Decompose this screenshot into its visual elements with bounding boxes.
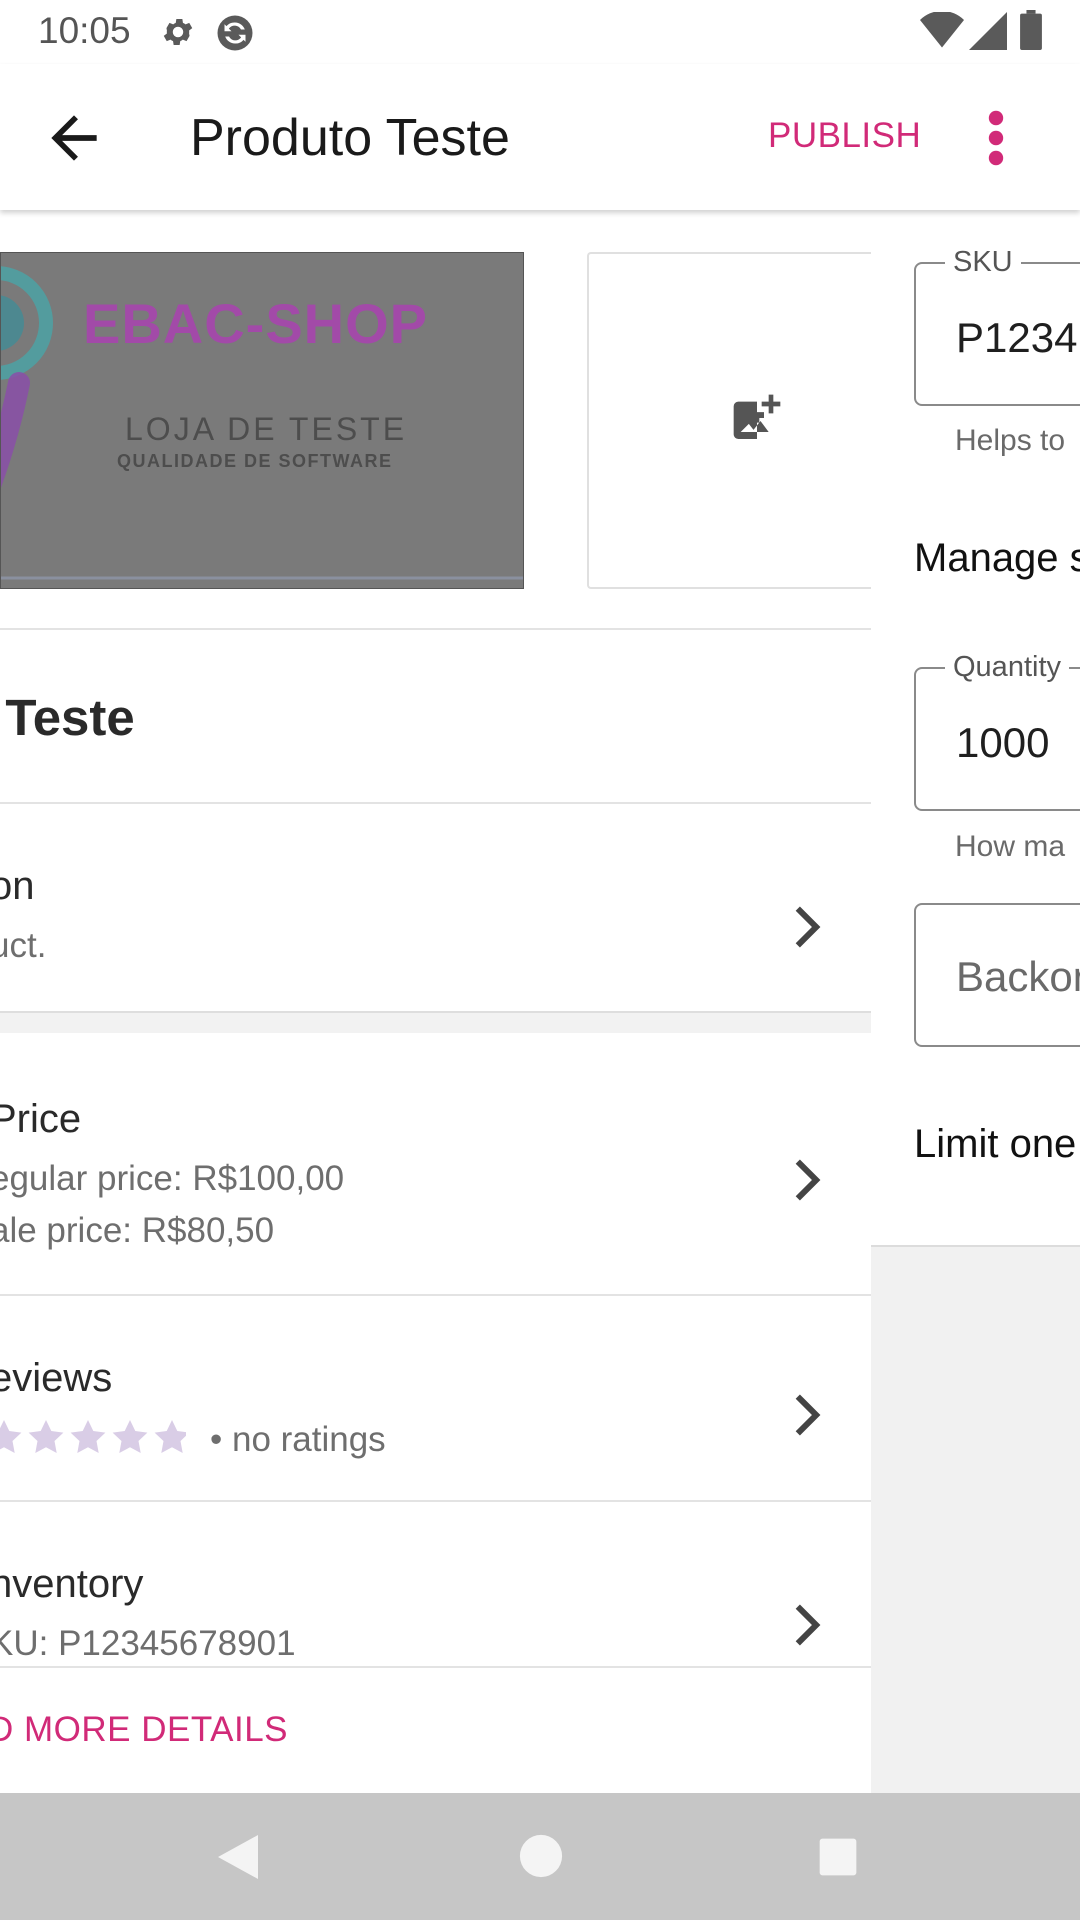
more-vert-icon[interactable] bbox=[978, 110, 1014, 166]
signal-icon bbox=[969, 12, 1007, 50]
app-bar: Produto Teste PUBLISH bbox=[0, 64, 1080, 210]
chevron-right-icon bbox=[795, 1394, 821, 1436]
arrow-back-icon[interactable] bbox=[40, 104, 108, 172]
home-nav-icon[interactable] bbox=[518, 1833, 564, 1879]
back-nav-icon[interactable] bbox=[214, 1831, 262, 1883]
description-row[interactable]: on uct. bbox=[0, 804, 871, 1004]
price-title: Price bbox=[0, 1097, 82, 1141]
quantity-label: Quantity bbox=[945, 651, 1069, 684]
description-title: on bbox=[0, 864, 35, 908]
add-photo-icon bbox=[733, 394, 781, 439]
image-line2-text: QUALIDADE DE SOFTWARE bbox=[117, 451, 393, 471]
sync-icon bbox=[217, 15, 253, 51]
chevron-right-icon bbox=[795, 906, 821, 948]
quantity-helper-text: How ma bbox=[955, 830, 1066, 863]
star-icon bbox=[70, 1420, 106, 1453]
add-more-details-button[interactable]: D MORE DETAILS bbox=[0, 1710, 288, 1750]
wifi-icon bbox=[920, 12, 964, 48]
star-icon bbox=[112, 1420, 148, 1453]
inventory-form: P1234 SKU Helps to Manage s 1000 Quantit… bbox=[871, 210, 1080, 1247]
rating-text: • no ratings bbox=[210, 1420, 386, 1459]
regular-price-text: egular price: R$100,00 bbox=[0, 1159, 345, 1198]
divider bbox=[0, 1666, 871, 1668]
description-subtitle: uct. bbox=[0, 926, 47, 965]
inventory-row[interactable]: nventory KU: P12345678901 bbox=[0, 1502, 871, 1666]
star-rating bbox=[0, 1418, 190, 1463]
product-name[interactable]: o Teste bbox=[0, 688, 135, 747]
star-icon bbox=[154, 1420, 190, 1453]
limit-one-label[interactable]: Limit one bbox=[914, 1122, 1076, 1167]
backorders-placeholder: Backor bbox=[956, 953, 1080, 1000]
image-line1-text: LOJA DE TESTE bbox=[125, 411, 408, 447]
inventory-panel: P1234 SKU Helps to Manage s 1000 Quantit… bbox=[871, 210, 1080, 1793]
sku-label: SKU bbox=[945, 246, 1021, 279]
product-detail-panel: EBAC-SHOP LOJA DE TESTE QUALIDADE DE SOF… bbox=[0, 210, 871, 1793]
status-bar: 10:05 bbox=[0, 0, 1080, 64]
star-icon bbox=[0, 1420, 22, 1453]
recents-nav-icon[interactable] bbox=[816, 1835, 860, 1879]
sku-value: P1234 bbox=[956, 314, 1078, 361]
backorders-field[interactable]: Backor bbox=[914, 903, 1080, 1047]
reviews-row[interactable]: eviews • no ratings bbox=[0, 1296, 871, 1500]
section-divider bbox=[0, 1011, 871, 1033]
price-row[interactable]: Price egular price: R$100,00 ale price: … bbox=[0, 1033, 871, 1303]
inventory-title: nventory bbox=[0, 1562, 144, 1606]
chevron-right-icon bbox=[795, 1159, 821, 1201]
status-time: 10:05 bbox=[38, 10, 131, 51]
manage-stock-label[interactable]: Manage s bbox=[914, 536, 1080, 581]
star-icon bbox=[28, 1420, 64, 1453]
quantity-value: 1000 bbox=[956, 719, 1050, 766]
gear-icon bbox=[163, 18, 193, 46]
page-title: Produto Teste bbox=[190, 109, 510, 167]
sku-helper-text: Helps to bbox=[955, 424, 1066, 457]
add-image-button[interactable] bbox=[587, 252, 871, 589]
product-image[interactable]: EBAC-SHOP LOJA DE TESTE QUALIDADE DE SOF… bbox=[0, 252, 524, 589]
navigation-bar bbox=[0, 1793, 1080, 1920]
reviews-title: eviews bbox=[0, 1356, 113, 1400]
chevron-right-icon bbox=[795, 1604, 821, 1646]
sale-price-text: ale price: R$80,50 bbox=[0, 1211, 275, 1250]
battery-icon bbox=[1020, 10, 1042, 50]
quantity-field[interactable]: 1000 bbox=[914, 667, 1080, 811]
divider bbox=[0, 628, 871, 630]
publish-button[interactable]: PUBLISH bbox=[768, 116, 921, 156]
sku-field[interactable]: P1234 bbox=[914, 262, 1080, 406]
inventory-sku-text: KU: P12345678901 bbox=[0, 1624, 296, 1663]
image-brand-text: EBAC-SHOP bbox=[83, 292, 429, 355]
